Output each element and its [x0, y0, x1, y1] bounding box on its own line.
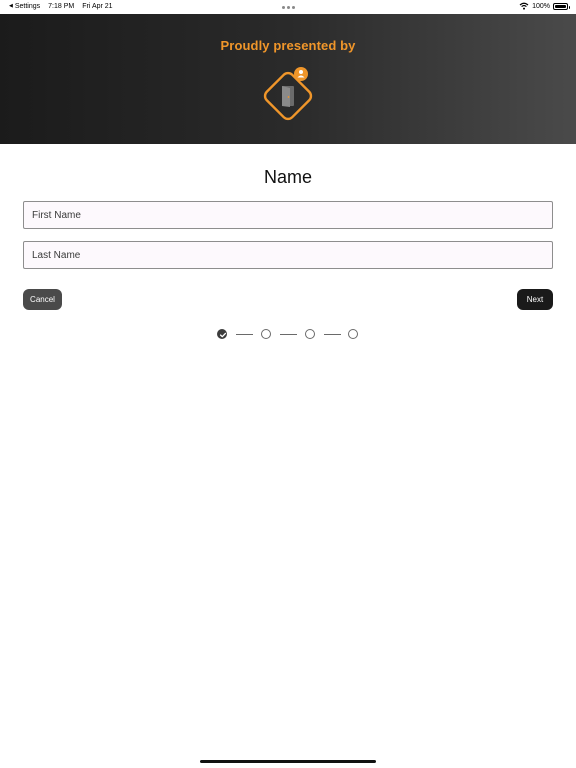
first-name-field[interactable] [23, 201, 553, 229]
next-button[interactable]: Next [517, 289, 553, 310]
status-time: 7:18 PM [48, 3, 75, 10]
back-to-settings[interactable]: ◀ Settings [9, 3, 40, 10]
home-indicator[interactable] [200, 760, 376, 763]
last-name-field[interactable] [23, 241, 553, 269]
presenter-header: Proudly presented by [0, 14, 576, 144]
status-date: Fri Apr 21 [82, 3, 113, 10]
battery-percent: 100% [532, 2, 550, 10]
step-connector [280, 334, 297, 335]
check-icon [219, 332, 227, 338]
status-bar: ◀ Settings 7:18 PM Fri Apr 21 100% [0, 0, 576, 14]
step-connector [324, 334, 341, 335]
step-connector [236, 334, 253, 335]
cancel-button[interactable]: Cancel [23, 289, 62, 310]
progress-stepper [217, 329, 359, 339]
form-title: Name [263, 167, 312, 187]
back-label: Settings [14, 3, 41, 10]
door-logo-icon [263, 67, 313, 121]
battery-icon [553, 2, 570, 10]
step-2 [261, 329, 271, 339]
status-left: ◀ Settings 7:18 PM Fri Apr 21 [9, 3, 113, 10]
person-badge-icon [294, 67, 308, 81]
screen: ◀ Settings 7:18 PM Fri Apr 21 100% Proud… [0, 0, 576, 768]
step-4 [348, 329, 358, 339]
step-3 [305, 329, 315, 339]
battery-fill [555, 4, 566, 8]
status-right: 100% [519, 2, 570, 10]
back-arrow-icon: ◀ [9, 3, 13, 9]
wifi-icon [519, 2, 529, 10]
step-1 [217, 329, 227, 339]
multitask-dots-icon[interactable] [282, 6, 295, 9]
header-title: Proudly presented by [220, 38, 356, 53]
